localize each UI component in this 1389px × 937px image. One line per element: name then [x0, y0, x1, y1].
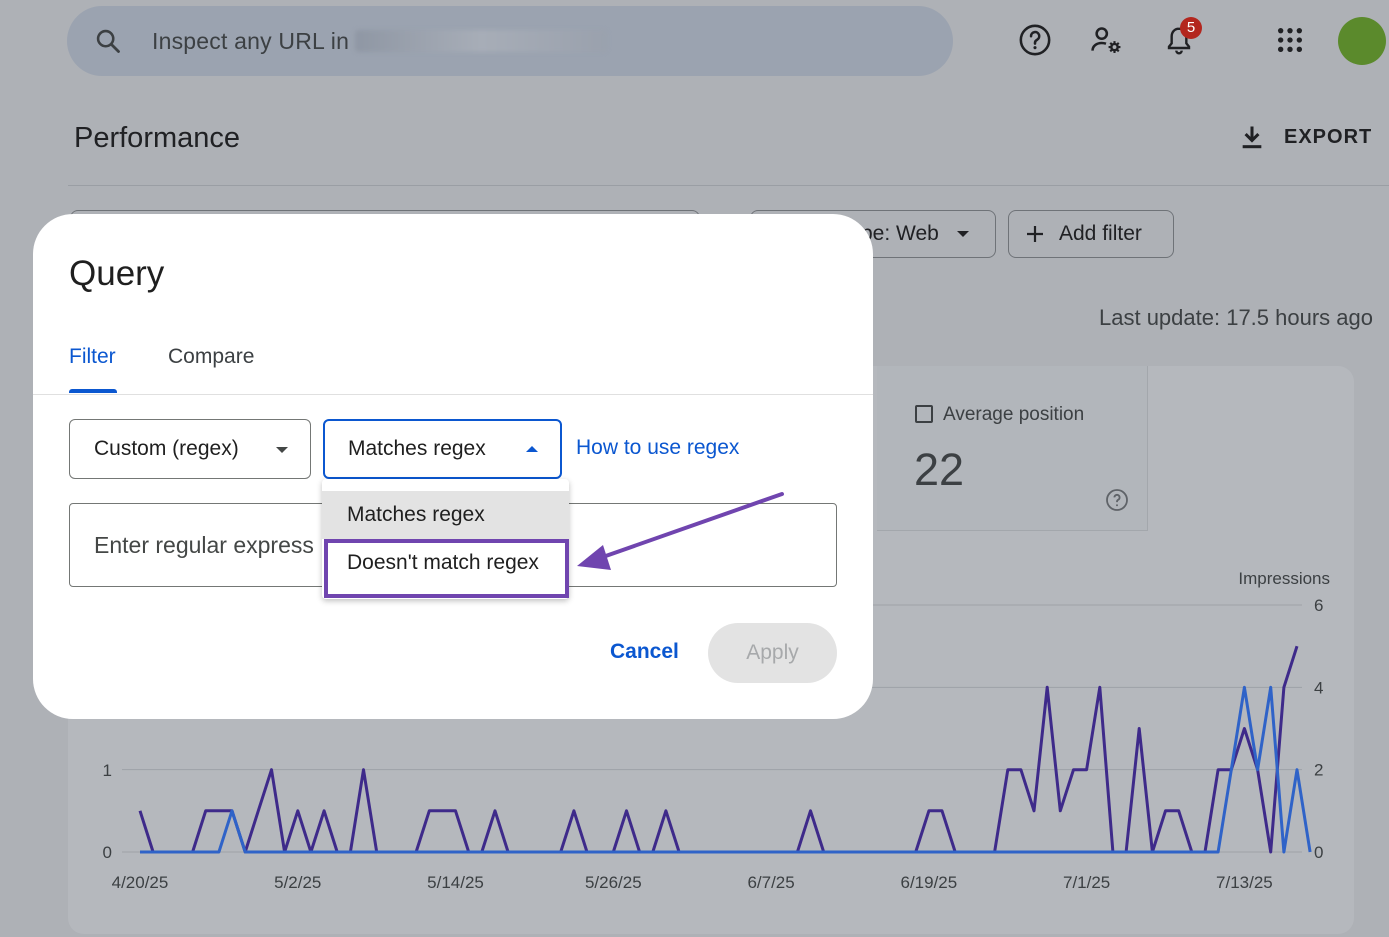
- search-placeholder: Inspect any URL in: [152, 27, 350, 54]
- url-inspection-search-bar[interactable]: Inspect any URL in: [67, 6, 953, 76]
- download-icon: [1242, 126, 1262, 149]
- export-button[interactable]: EXPORT: [1238, 122, 1372, 152]
- chevron-up-icon: [526, 446, 538, 452]
- redacted-property-url: [355, 30, 608, 52]
- x-axis-tick: 6/7/25: [747, 873, 794, 892]
- chevron-down-icon: [956, 231, 969, 237]
- search-icon: [93, 26, 123, 56]
- annotation-highlight-box: [324, 539, 569, 598]
- page-title: Performance: [74, 122, 241, 154]
- cancel-button[interactable]: Cancel: [610, 640, 679, 664]
- right-axis-tick: 4: [1314, 678, 1323, 697]
- dialog-title: Query: [69, 254, 165, 293]
- notifications-badge: 5: [1180, 17, 1202, 39]
- how-to-use-regex-link[interactable]: How to use regex: [576, 436, 739, 460]
- x-axis-tick: 7/13/25: [1216, 873, 1273, 892]
- regex-input-placeholder: Enter regular express: [94, 531, 314, 558]
- query-filter-dialog: Query Filter Compare Custom (regex) Matc…: [33, 214, 873, 719]
- active-tab-indicator: [69, 389, 117, 393]
- average-position-label: Average position: [943, 404, 1085, 425]
- match-type-value: Matches regex: [348, 437, 486, 460]
- help-outline-icon[interactable]: [1105, 488, 1129, 517]
- tab-compare[interactable]: Compare: [168, 345, 254, 369]
- last-update-text: Last update: 17.5 hours ago: [1099, 305, 1373, 330]
- export-label: EXPORT: [1284, 125, 1373, 148]
- plus-icon: [1027, 226, 1043, 242]
- x-axis-tick: 5/2/25: [274, 873, 321, 892]
- match-type-select[interactable]: Matches regex: [323, 419, 562, 479]
- x-axis-tick: 5/26/25: [585, 873, 642, 892]
- x-axis-tick: 6/19/25: [900, 873, 957, 892]
- add-filter-label: Add filter: [1059, 222, 1142, 245]
- left-axis-tick: 1: [103, 761, 112, 780]
- tab-filter[interactable]: Filter: [69, 345, 116, 369]
- right-axis-tick: 6: [1314, 596, 1323, 615]
- add-filter-button[interactable]: Add filter: [1008, 210, 1174, 258]
- left-axis-tick: 0: [103, 843, 112, 862]
- average-position-checkbox[interactable]: [915, 405, 933, 423]
- manage-users-icon[interactable]: [1088, 22, 1124, 58]
- tab-divider: [33, 394, 873, 395]
- apply-label: Apply: [746, 641, 799, 664]
- x-axis-tick: 7/1/25: [1063, 873, 1110, 892]
- average-position-card[interactable]: Average position 22: [877, 366, 1148, 531]
- account-avatar[interactable]: [1338, 17, 1386, 65]
- chevron-down-icon: [276, 447, 288, 453]
- search-type-label: pe: Web: [861, 222, 939, 245]
- average-position-value: 22: [914, 444, 965, 495]
- impressions-axis-label: Impressions: [1238, 569, 1330, 588]
- x-axis-tick: 5/14/25: [427, 873, 484, 892]
- right-axis-tick: 0: [1314, 843, 1323, 862]
- help-icon[interactable]: [1017, 22, 1053, 58]
- filter-type-select[interactable]: Custom (regex): [69, 419, 311, 479]
- apps-grid-icon[interactable]: [1272, 22, 1308, 58]
- header-divider: [68, 185, 1389, 186]
- right-axis-tick: 2: [1314, 761, 1323, 780]
- menu-item-matches-regex[interactable]: Matches regex: [322, 491, 569, 539]
- filter-type-value: Custom (regex): [94, 437, 239, 460]
- x-axis-tick: 4/20/25: [112, 873, 169, 892]
- apply-button[interactable]: Apply: [708, 623, 837, 683]
